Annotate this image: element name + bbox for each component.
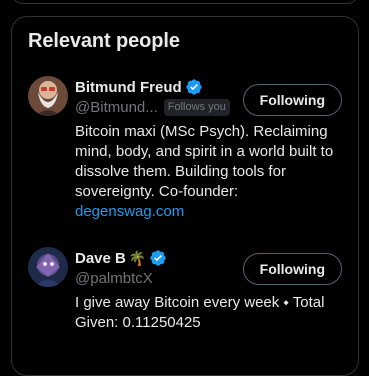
name-row: Dave B 🌴 bbox=[75, 249, 167, 267]
verified-badge-icon bbox=[185, 78, 203, 96]
avatar[interactable] bbox=[28, 247, 68, 287]
bio: Bitcoin maxi (MSc Psych). Reclaiming min… bbox=[75, 122, 347, 222]
display-name[interactable]: Dave B bbox=[75, 250, 126, 267]
palm-tree-icon: 🌴 bbox=[128, 250, 147, 266]
relevant-people-panel: Relevant people Bitmund Freud @Bitmund..… bbox=[11, 16, 359, 376]
avatar[interactable] bbox=[28, 76, 68, 116]
handle-row: @Bitmund... Follows you bbox=[75, 99, 230, 116]
name-row: Bitmund Freud bbox=[75, 78, 203, 96]
handle-row: @palmbtcX bbox=[75, 270, 153, 287]
handle[interactable]: @palmbtcX bbox=[75, 270, 153, 287]
panel-title: Relevant people bbox=[28, 30, 180, 52]
verified-badge-icon bbox=[149, 249, 167, 267]
bio-text: Bitcoin maxi (MSc Psych). Reclaiming min… bbox=[75, 123, 334, 200]
bio-text: I give away Bitcoin every week ⬩ Total G… bbox=[75, 294, 325, 331]
handle[interactable]: @Bitmund... bbox=[75, 99, 158, 116]
follows-you-badge: Follows you bbox=[163, 99, 230, 116]
bio: I give away Bitcoin every week ⬩ Total G… bbox=[75, 293, 347, 333]
following-button[interactable]: Following bbox=[242, 253, 342, 285]
following-button[interactable]: Following bbox=[242, 84, 342, 116]
previous-card bbox=[11, 0, 359, 4]
display-name[interactable]: Bitmund Freud bbox=[75, 79, 182, 96]
bio-link[interactable]: degenswag.com bbox=[75, 203, 184, 220]
